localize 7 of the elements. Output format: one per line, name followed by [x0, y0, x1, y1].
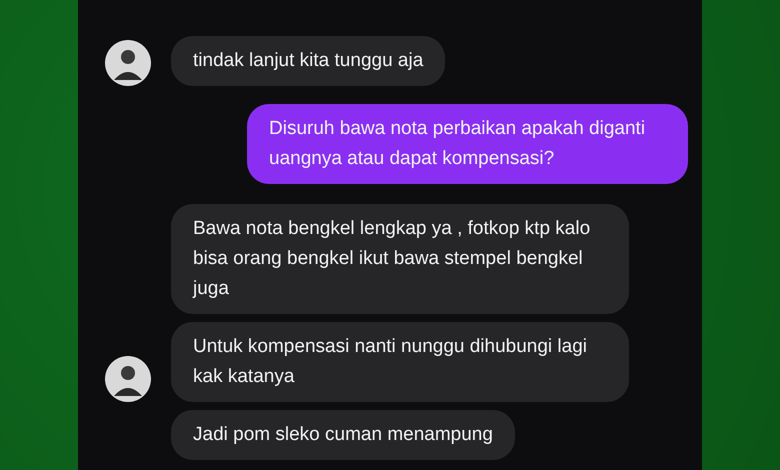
- message-bubble: Bawa nota bengkel lengkap ya , fotkop ktp kalo bisa orang bengkel ikut bawa stempel bengkel juga: [171, 204, 629, 314]
- message-bubble: Jadi pom sleko cuman menampung: [171, 410, 515, 460]
- message-bubble: Untuk kompensasi nanti nunggu dihubungi lagi kak katanya: [171, 322, 629, 402]
- avatar-icon[interactable]: [105, 356, 151, 402]
- avatar-icon[interactable]: [105, 40, 151, 86]
- message-bubble: tindak lanjut kita tunggu aja: [171, 36, 446, 86]
- message-bubble: Disuruh bawa nota perbaikan apakah diganti uangnya atau dapat kompensasi?: [247, 104, 688, 184]
